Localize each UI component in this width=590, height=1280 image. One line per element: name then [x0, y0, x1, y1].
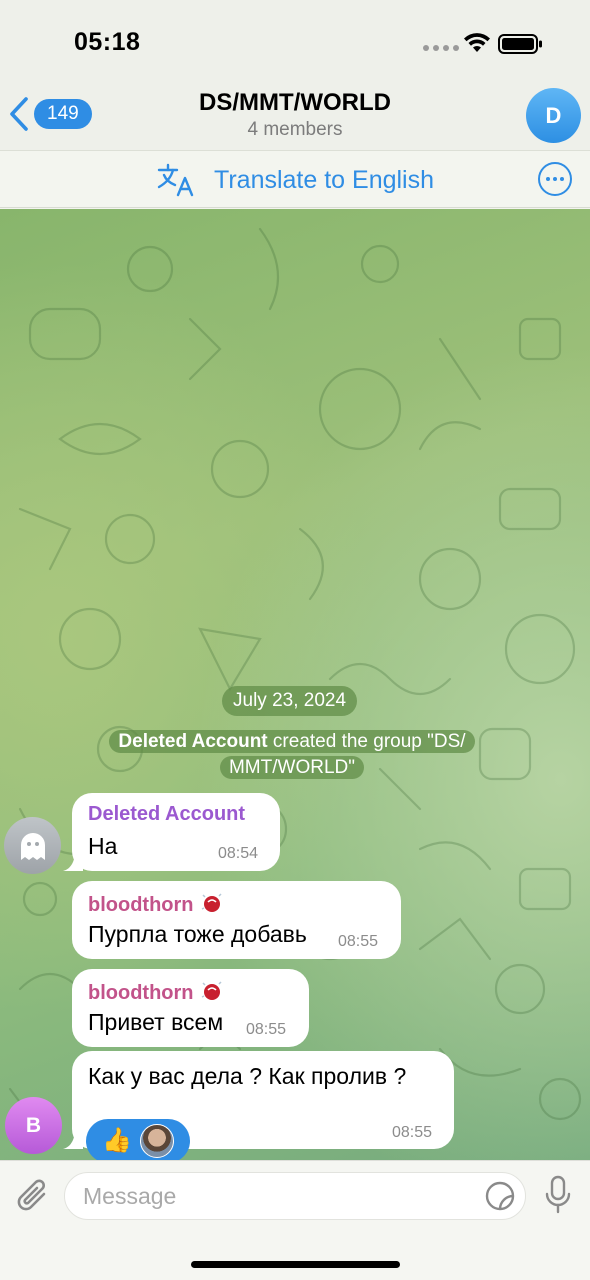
service-text-line2: MMT/WORLD": [219, 756, 364, 779]
microphone-icon[interactable]: [543, 1175, 573, 1215]
sender-name[interactable]: Deleted Account: [88, 803, 245, 826]
bubble-tail: [63, 1129, 83, 1149]
status-time: 05:18: [74, 28, 141, 56]
message-text: Пурпла тоже добавь: [88, 921, 307, 947]
rose-emoji-status-icon: [201, 893, 222, 912]
message-text: На: [88, 833, 118, 859]
reactor-avatar: [140, 1124, 174, 1158]
paperclip-icon[interactable]: [14, 1177, 50, 1215]
message-time: 08:55: [246, 1021, 287, 1038]
message-time: 08:55: [392, 1124, 433, 1141]
translate-button[interactable]: Translate to English: [156, 161, 434, 199]
translate-label: Translate to English: [214, 165, 435, 194]
message-bubble[interactable]: bloodthorn Привет всем 08:55: [72, 969, 309, 1047]
sticker-icon[interactable]: [484, 1180, 516, 1212]
message-input-bar: [0, 1160, 590, 1280]
date-separator: July 23, 2024: [222, 686, 358, 716]
wifi-icon: [464, 33, 490, 52]
deleted-account-avatar[interactable]: [4, 817, 61, 874]
message-text: Как у вас дела ? Как пролив ?: [88, 1063, 407, 1089]
message-bubble[interactable]: bloodthorn Пурпла тоже добавь 08:55: [72, 881, 401, 959]
chat-title[interactable]: DS/MMT/WORLD: [0, 89, 590, 117]
chat-member-count: 4 members: [247, 119, 343, 140]
cellular-signal-icon: [423, 45, 459, 51]
message-bubble[interactable]: Deleted Account На 08:54: [63, 793, 280, 871]
sender-name[interactable]: bloodthorn: [88, 891, 225, 917]
status-bar: 05:18: [0, 0, 590, 88]
chat-messages-area[interactable]: July 23, 2024 Deleted Account created th…: [0, 209, 590, 1160]
bubble-tail: [63, 851, 83, 871]
message-time: 08:55: [338, 933, 379, 950]
service-actor: Deleted Account: [118, 731, 268, 752]
message-bubble[interactable]: Как у вас дела ? Как пролив ? 👍 08:55: [63, 1051, 454, 1160]
message-time: 08:54: [218, 845, 259, 862]
home-indicator[interactable]: [191, 1261, 400, 1268]
thumbs-up-icon: 👍: [102, 1127, 132, 1154]
reaction-chip[interactable]: 👍: [86, 1119, 190, 1160]
translate-icon: [157, 163, 194, 197]
service-message: Deleted Account created the group "DS/ M…: [96, 729, 488, 781]
sender-name-text: bloodthorn: [88, 894, 194, 916]
sender-name[interactable]: bloodthorn: [88, 979, 225, 1005]
chat-header: 149 DS/MMT/WORLD 4 members D: [0, 88, 590, 150]
group-avatar[interactable]: D: [526, 88, 581, 143]
sender-name-text: bloodthorn: [88, 982, 194, 1004]
translate-bar: Translate to English: [0, 150, 590, 208]
sender-avatar[interactable]: B: [5, 1097, 62, 1154]
battery-icon: [498, 34, 542, 54]
message-text: Привет всем: [88, 1009, 224, 1035]
service-text: created the group "DS/: [267, 731, 466, 752]
ghost-icon: [20, 832, 45, 860]
rose-emoji-status-icon: [201, 981, 222, 1000]
more-options-icon[interactable]: [538, 162, 572, 196]
message-input[interactable]: [64, 1172, 526, 1220]
